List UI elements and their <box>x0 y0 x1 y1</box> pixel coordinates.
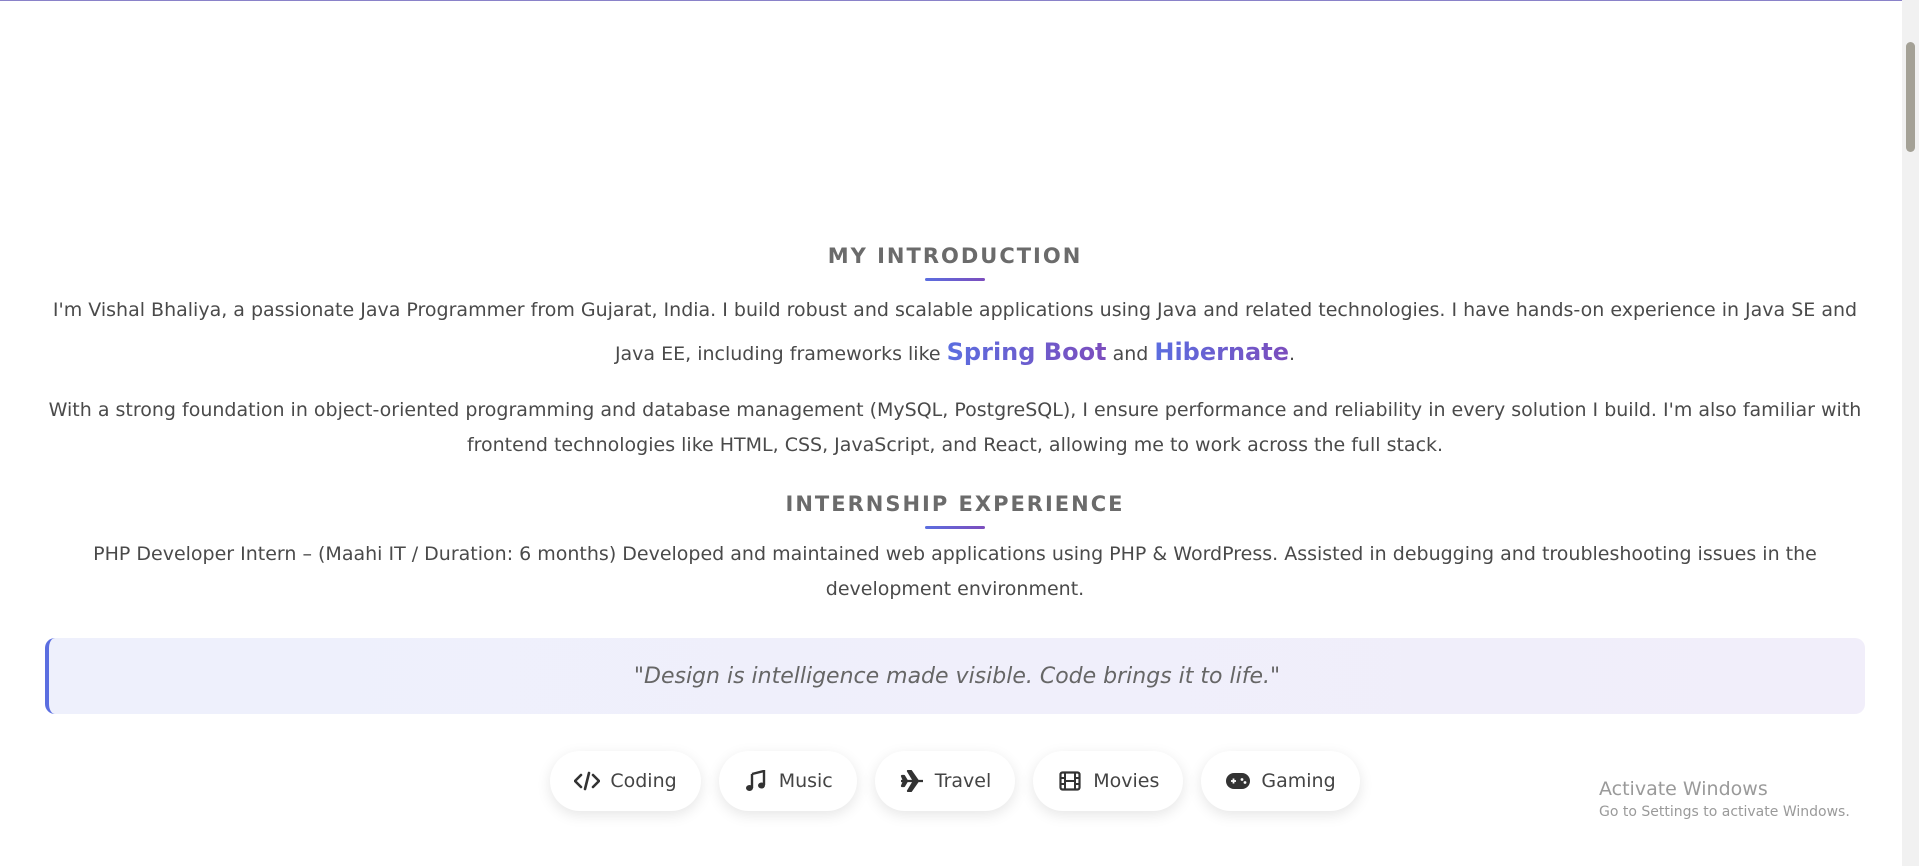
top-border-line <box>0 0 1902 1</box>
internship-title: INTERNSHIP EXPERIENCE <box>785 492 1125 516</box>
hobby-chip-movies[interactable]: Movies <box>1033 751 1184 811</box>
hobby-label: Movies <box>1093 770 1160 792</box>
watermark-line-1: Activate Windows <box>1599 778 1768 800</box>
introduction-paragraph-2: With a strong foundation in object-orien… <box>48 399 1862 456</box>
intro-text-and: and <box>1106 343 1155 365</box>
introduction-heading-block: MY INTRODUCTION <box>45 244 1865 281</box>
internship-paragraph: PHP Developer Intern – (Maahi IT / Durat… <box>93 543 1817 600</box>
introduction-title-underline <box>925 278 985 281</box>
intro-text-end: . <box>1289 343 1296 365</box>
hobby-chip-music[interactable]: Music <box>718 751 857 811</box>
gamepad-icon <box>1225 770 1251 792</box>
hobby-chip-travel[interactable]: Travel <box>874 751 1016 811</box>
activate-windows-watermark: Activate Windows Go to Settings to activ… <box>1599 778 1850 820</box>
highlight-spring-boot: Spring Boot <box>946 338 1107 366</box>
hobby-chip-coding[interactable]: Coding <box>550 751 701 811</box>
watermark-line-2: Go to Settings to activate Windows. <box>1599 804 1850 820</box>
introduction-paragraph-1: I'm Vishal Bhaliya, a passionate Java Pr… <box>45 289 1865 375</box>
hobby-chips: Coding Music Travel Movies Gaming <box>45 751 1865 811</box>
scrollbar-thumb[interactable] <box>1906 42 1915 152</box>
music-note-icon <box>743 770 769 792</box>
internship-title-underline <box>925 526 985 529</box>
vertical-scrollbar[interactable] <box>1902 0 1919 866</box>
hobby-label: Music <box>778 770 833 792</box>
introduction-title: MY INTRODUCTION <box>827 244 1083 268</box>
hobby-label: Travel <box>934 770 992 792</box>
film-icon <box>1057 770 1083 792</box>
hobby-chip-gaming[interactable]: Gaming <box>1201 751 1360 811</box>
airplane-icon <box>899 770 925 792</box>
hobby-label: Coding <box>610 770 677 792</box>
internship-heading-block: INTERNSHIP EXPERIENCE <box>45 492 1865 529</box>
code-icon <box>574 770 601 792</box>
highlight-hibernate: Hibernate <box>1154 338 1289 366</box>
hobby-label: Gaming <box>1261 770 1336 792</box>
quote-text: "Design is intelligence made visible. Co… <box>633 663 1281 689</box>
quote-box: "Design is intelligence made visible. Co… <box>45 638 1865 714</box>
